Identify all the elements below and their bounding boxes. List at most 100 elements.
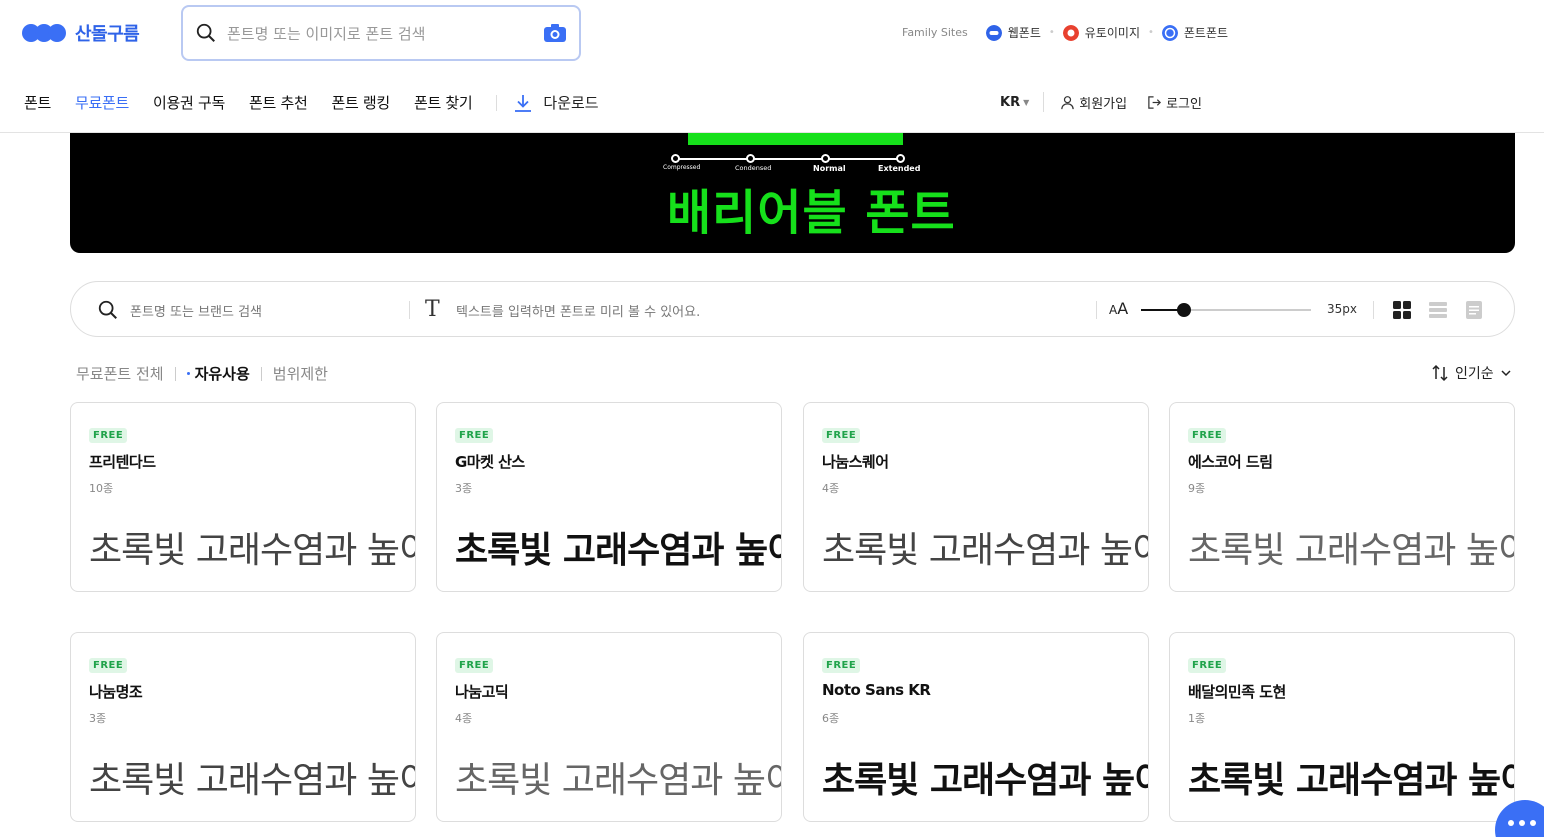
language-value: KR	[1000, 94, 1021, 110]
font-preview: 초록빛 고래수염과 높이뛰기	[89, 760, 415, 801]
font-card[interactable]: FREE G마켓 산스 3종 초록빛 고래수염과 높이뛰기	[436, 402, 782, 592]
main-nav: 폰트 무료폰트 이용권 구독 폰트 추천 폰트 랭킹 폰트 찾기 다운로드	[24, 92, 599, 113]
nav-item-free-fonts[interactable]: 무료폰트	[75, 92, 129, 113]
user-icon	[1061, 95, 1074, 109]
slider-handle[interactable]	[1176, 303, 1191, 317]
family-site-fontfont[interactable]: 폰트폰트	[1161, 24, 1229, 41]
text-view-icon[interactable]	[1465, 301, 1483, 319]
filter-free-use[interactable]: 자유사용	[187, 363, 250, 384]
logo-mark-icon	[22, 24, 66, 42]
nav-item-ranking[interactable]: 폰트 랭킹	[331, 92, 390, 113]
preview-text-input[interactable]: 텍스트를 입력하면 폰트로 미리 볼 수 있어요.	[456, 301, 700, 320]
search-icon	[196, 23, 215, 42]
font-card[interactable]: FREE 배달의민족 도현 1종 초록빛 고래수염과 높이뛰기	[1169, 632, 1515, 822]
global-search-input[interactable]: 폰트명 또는 이미지로 폰트 검색	[181, 5, 581, 61]
utoimage-icon	[1062, 24, 1079, 41]
webfont-icon	[985, 24, 1002, 41]
font-preview: 초록빛 고래수염과 높이뛰기	[822, 760, 1148, 801]
nav-item-fonts[interactable]: 폰트	[24, 92, 51, 113]
family-sites: Family Sites 웹폰트 • 유토이미지 • 폰트폰트	[902, 24, 1228, 41]
font-weight-count: 3종	[455, 482, 473, 495]
family-sites-label: Family Sites	[902, 26, 968, 39]
font-preview: 초록빛 고래수염과 높이뛰기	[89, 530, 415, 571]
font-name: 나눔스퀘어	[822, 453, 889, 471]
banner-axis-label: Normal	[813, 164, 846, 173]
font-name: 배달의민족 도현	[1188, 683, 1286, 701]
login-link[interactable]: 로그인	[1147, 93, 1202, 112]
banner-axis-label: Condensed	[735, 164, 772, 172]
filter-all-free[interactable]: 무료폰트 전체	[76, 363, 164, 384]
banner-axis-label: Compressed	[663, 164, 701, 171]
user-nav-divider	[1043, 92, 1045, 112]
sort-dropdown[interactable]: 인기순	[1431, 363, 1512, 383]
camera-icon[interactable]	[543, 23, 567, 43]
logo-text: 산돌구름	[75, 24, 140, 45]
logo[interactable]: 산돌구름	[22, 20, 140, 46]
font-search-input[interactable]: 폰트명 또는 브랜드 검색	[130, 301, 262, 320]
free-badge: FREE	[822, 428, 861, 443]
font-name: 나눔고딕	[455, 683, 509, 701]
free-badge: FREE	[822, 658, 861, 673]
promo-banner[interactable]: Compressed Condensed Normal Extended 배리어…	[70, 133, 1515, 253]
filter-divider	[1096, 301, 1097, 319]
text-icon: T	[425, 297, 440, 322]
family-site-utoimage[interactable]: 유토이미지	[1062, 24, 1140, 41]
banner-variable-wordmark	[688, 133, 903, 145]
font-weight-count: 4종	[455, 712, 473, 725]
font-card[interactable]: FREE 나눔고딕 4종 초록빛 고래수염과 높이뛰기	[436, 632, 782, 822]
filter-divider	[1373, 301, 1374, 319]
free-badge: FREE	[455, 428, 494, 443]
font-weight-count: 10종	[89, 482, 114, 495]
font-name: 프리텐다드	[89, 453, 156, 471]
grid-view-icon[interactable]	[1393, 301, 1411, 319]
font-size-slider[interactable]	[1141, 303, 1311, 317]
free-badge: FREE	[1188, 428, 1227, 443]
chevron-down-icon	[1501, 370, 1511, 377]
font-weight-count: 9종	[1188, 482, 1206, 495]
signup-link[interactable]: 회원가입	[1060, 93, 1127, 112]
banner-axis-node	[671, 154, 680, 163]
family-site-label: 폰트폰트	[1183, 26, 1229, 40]
font-preview: 초록빛 고래수염과 높이뛰기	[1188, 760, 1514, 801]
nav-item-find[interactable]: 폰트 찾기	[414, 92, 473, 113]
font-card[interactable]: FREE Noto Sans KR 6종 초록빛 고래수염과 높이뛰기	[803, 632, 1149, 822]
filter-limited-use[interactable]: 범위제한	[273, 363, 328, 384]
filter-divider	[174, 366, 176, 381]
banner-axis-node	[821, 154, 830, 163]
download-label: 다운로드	[543, 94, 599, 112]
family-site-label: 웹폰트	[1007, 26, 1041, 40]
font-card[interactable]: FREE 프리텐다드 10종 초록빛 고래수염과 높이뛰기	[70, 402, 416, 592]
nav-divider	[496, 94, 498, 111]
font-weight-count: 6종	[822, 712, 840, 725]
banner-title: 배리어블 폰트	[667, 185, 956, 241]
caret-down-icon: ▼	[1023, 97, 1030, 107]
font-card[interactable]: FREE 나눔스퀘어 4종 초록빛 고래수염과 높이뛰기	[803, 402, 1149, 592]
signup-label: 회원가입	[1079, 96, 1128, 112]
login-icon	[1148, 95, 1162, 109]
banner-axis-node	[896, 154, 905, 163]
font-name: G마켓 산스	[455, 453, 525, 471]
banner-axis-node	[746, 154, 755, 163]
family-site-label: 유토이미지	[1084, 26, 1140, 40]
font-name: Noto Sans KR	[822, 681, 931, 699]
font-card[interactable]: FREE 에스코어 드림 9종 초록빛 고래수염과 높이뛰기	[1169, 402, 1515, 592]
sort-label: 인기순	[1455, 366, 1494, 382]
user-nav: KR ▼ 회원가입 로그인	[1000, 92, 1222, 112]
fontfont-icon	[1161, 24, 1178, 41]
free-badge: FREE	[455, 658, 494, 673]
nav-item-download[interactable]: 다운로드	[513, 92, 599, 113]
font-size-value: 35px	[1327, 302, 1357, 316]
filter-divider	[260, 366, 262, 381]
font-card[interactable]: FREE 나눔명조 3종 초록빛 고래수염과 높이뛰기	[70, 632, 416, 822]
font-weight-count: 3종	[89, 712, 107, 725]
search-icon	[98, 300, 117, 319]
language-select[interactable]: KR ▼	[1000, 95, 1029, 110]
sort-icon	[1432, 364, 1448, 382]
nav-item-subscription[interactable]: 이용권 구독	[153, 92, 225, 113]
banner-axis-label: Extended	[878, 164, 921, 173]
list-view-icon[interactable]	[1429, 301, 1447, 319]
family-site-webfont[interactable]: 웹폰트	[985, 24, 1041, 41]
font-size-icon-large: A	[1117, 299, 1129, 318]
font-preview: 초록빛 고래수염과 높이뛰기	[1188, 530, 1514, 571]
nav-item-recommend[interactable]: 폰트 추천	[249, 92, 308, 113]
